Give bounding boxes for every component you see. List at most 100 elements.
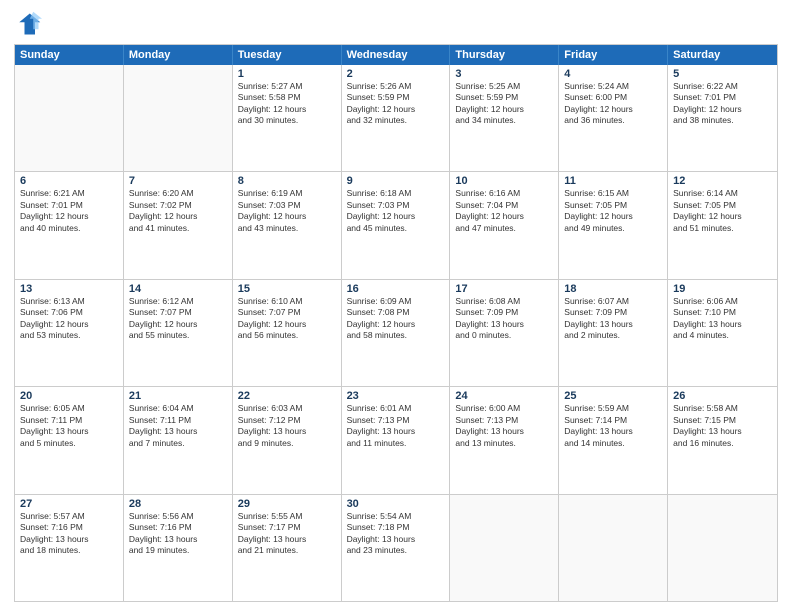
day-cell-24: 24Sunrise: 6:00 AM Sunset: 7:13 PM Dayli… bbox=[450, 387, 559, 493]
day-number: 1 bbox=[238, 68, 336, 80]
day-number: 21 bbox=[129, 390, 227, 402]
weekday-header-wednesday: Wednesday bbox=[342, 45, 451, 65]
day-info: Sunrise: 5:58 AM Sunset: 7:15 PM Dayligh… bbox=[673, 403, 772, 449]
day-info: Sunrise: 6:09 AM Sunset: 7:08 PM Dayligh… bbox=[347, 296, 445, 342]
day-info: Sunrise: 6:00 AM Sunset: 7:13 PM Dayligh… bbox=[455, 403, 553, 449]
empty-cell bbox=[668, 495, 777, 601]
day-cell-15: 15Sunrise: 6:10 AM Sunset: 7:07 PM Dayli… bbox=[233, 280, 342, 386]
day-number: 7 bbox=[129, 175, 227, 187]
day-cell-20: 20Sunrise: 6:05 AM Sunset: 7:11 PM Dayli… bbox=[15, 387, 124, 493]
day-info: Sunrise: 6:10 AM Sunset: 7:07 PM Dayligh… bbox=[238, 296, 336, 342]
day-info: Sunrise: 6:06 AM Sunset: 7:10 PM Dayligh… bbox=[673, 296, 772, 342]
day-info: Sunrise: 5:54 AM Sunset: 7:18 PM Dayligh… bbox=[347, 511, 445, 557]
day-info: Sunrise: 5:59 AM Sunset: 7:14 PM Dayligh… bbox=[564, 403, 662, 449]
day-info: Sunrise: 6:12 AM Sunset: 7:07 PM Dayligh… bbox=[129, 296, 227, 342]
day-info: Sunrise: 6:01 AM Sunset: 7:13 PM Dayligh… bbox=[347, 403, 445, 449]
calendar-body: 1Sunrise: 5:27 AM Sunset: 5:58 PM Daylig… bbox=[15, 65, 777, 601]
page: SundayMondayTuesdayWednesdayThursdayFrid… bbox=[0, 0, 792, 612]
day-number: 12 bbox=[673, 175, 772, 187]
day-info: Sunrise: 5:26 AM Sunset: 5:59 PM Dayligh… bbox=[347, 81, 445, 127]
day-number: 23 bbox=[347, 390, 445, 402]
calendar-header: SundayMondayTuesdayWednesdayThursdayFrid… bbox=[15, 45, 777, 65]
day-cell-1: 1Sunrise: 5:27 AM Sunset: 5:58 PM Daylig… bbox=[233, 65, 342, 171]
day-cell-12: 12Sunrise: 6:14 AM Sunset: 7:05 PM Dayli… bbox=[668, 172, 777, 278]
day-number: 2 bbox=[347, 68, 445, 80]
day-number: 26 bbox=[673, 390, 772, 402]
day-number: 27 bbox=[20, 498, 118, 510]
day-number: 5 bbox=[673, 68, 772, 80]
day-cell-21: 21Sunrise: 6:04 AM Sunset: 7:11 PM Dayli… bbox=[124, 387, 233, 493]
day-info: Sunrise: 6:18 AM Sunset: 7:03 PM Dayligh… bbox=[347, 188, 445, 234]
day-number: 13 bbox=[20, 283, 118, 295]
calendar-row-4: 27Sunrise: 5:57 AM Sunset: 7:16 PM Dayli… bbox=[15, 494, 777, 601]
day-cell-25: 25Sunrise: 5:59 AM Sunset: 7:14 PM Dayli… bbox=[559, 387, 668, 493]
day-cell-2: 2Sunrise: 5:26 AM Sunset: 5:59 PM Daylig… bbox=[342, 65, 451, 171]
weekday-header-friday: Friday bbox=[559, 45, 668, 65]
day-number: 18 bbox=[564, 283, 662, 295]
weekday-header-sunday: Sunday bbox=[15, 45, 124, 65]
day-number: 11 bbox=[564, 175, 662, 187]
day-number: 4 bbox=[564, 68, 662, 80]
day-number: 15 bbox=[238, 283, 336, 295]
day-info: Sunrise: 6:14 AM Sunset: 7:05 PM Dayligh… bbox=[673, 188, 772, 234]
day-number: 16 bbox=[347, 283, 445, 295]
day-cell-17: 17Sunrise: 6:08 AM Sunset: 7:09 PM Dayli… bbox=[450, 280, 559, 386]
weekday-header-thursday: Thursday bbox=[450, 45, 559, 65]
day-number: 19 bbox=[673, 283, 772, 295]
header bbox=[14, 10, 778, 38]
day-cell-29: 29Sunrise: 5:55 AM Sunset: 7:17 PM Dayli… bbox=[233, 495, 342, 601]
day-cell-4: 4Sunrise: 5:24 AM Sunset: 6:00 PM Daylig… bbox=[559, 65, 668, 171]
calendar: SundayMondayTuesdayWednesdayThursdayFrid… bbox=[14, 44, 778, 602]
day-cell-8: 8Sunrise: 6:19 AM Sunset: 7:03 PM Daylig… bbox=[233, 172, 342, 278]
weekday-header-tuesday: Tuesday bbox=[233, 45, 342, 65]
day-cell-5: 5Sunrise: 6:22 AM Sunset: 7:01 PM Daylig… bbox=[668, 65, 777, 171]
day-info: Sunrise: 6:08 AM Sunset: 7:09 PM Dayligh… bbox=[455, 296, 553, 342]
empty-cell bbox=[559, 495, 668, 601]
day-info: Sunrise: 5:24 AM Sunset: 6:00 PM Dayligh… bbox=[564, 81, 662, 127]
day-number: 20 bbox=[20, 390, 118, 402]
day-cell-11: 11Sunrise: 6:15 AM Sunset: 7:05 PM Dayli… bbox=[559, 172, 668, 278]
day-info: Sunrise: 6:16 AM Sunset: 7:04 PM Dayligh… bbox=[455, 188, 553, 234]
day-number: 9 bbox=[347, 175, 445, 187]
weekday-header-monday: Monday bbox=[124, 45, 233, 65]
day-number: 6 bbox=[20, 175, 118, 187]
day-number: 14 bbox=[129, 283, 227, 295]
day-number: 25 bbox=[564, 390, 662, 402]
day-cell-27: 27Sunrise: 5:57 AM Sunset: 7:16 PM Dayli… bbox=[15, 495, 124, 601]
empty-cell bbox=[124, 65, 233, 171]
day-info: Sunrise: 5:56 AM Sunset: 7:16 PM Dayligh… bbox=[129, 511, 227, 557]
day-cell-6: 6Sunrise: 6:21 AM Sunset: 7:01 PM Daylig… bbox=[15, 172, 124, 278]
day-cell-30: 30Sunrise: 5:54 AM Sunset: 7:18 PM Dayli… bbox=[342, 495, 451, 601]
day-info: Sunrise: 6:19 AM Sunset: 7:03 PM Dayligh… bbox=[238, 188, 336, 234]
day-info: Sunrise: 6:13 AM Sunset: 7:06 PM Dayligh… bbox=[20, 296, 118, 342]
calendar-row-2: 13Sunrise: 6:13 AM Sunset: 7:06 PM Dayli… bbox=[15, 279, 777, 386]
day-cell-26: 26Sunrise: 5:58 AM Sunset: 7:15 PM Dayli… bbox=[668, 387, 777, 493]
empty-cell bbox=[15, 65, 124, 171]
calendar-row-0: 1Sunrise: 5:27 AM Sunset: 5:58 PM Daylig… bbox=[15, 65, 777, 171]
day-cell-22: 22Sunrise: 6:03 AM Sunset: 7:12 PM Dayli… bbox=[233, 387, 342, 493]
day-cell-10: 10Sunrise: 6:16 AM Sunset: 7:04 PM Dayli… bbox=[450, 172, 559, 278]
day-number: 30 bbox=[347, 498, 445, 510]
day-number: 24 bbox=[455, 390, 553, 402]
calendar-row-3: 20Sunrise: 6:05 AM Sunset: 7:11 PM Dayli… bbox=[15, 386, 777, 493]
day-info: Sunrise: 6:20 AM Sunset: 7:02 PM Dayligh… bbox=[129, 188, 227, 234]
day-info: Sunrise: 6:15 AM Sunset: 7:05 PM Dayligh… bbox=[564, 188, 662, 234]
day-info: Sunrise: 6:22 AM Sunset: 7:01 PM Dayligh… bbox=[673, 81, 772, 127]
day-info: Sunrise: 6:05 AM Sunset: 7:11 PM Dayligh… bbox=[20, 403, 118, 449]
day-cell-28: 28Sunrise: 5:56 AM Sunset: 7:16 PM Dayli… bbox=[124, 495, 233, 601]
day-info: Sunrise: 6:03 AM Sunset: 7:12 PM Dayligh… bbox=[238, 403, 336, 449]
day-info: Sunrise: 5:25 AM Sunset: 5:59 PM Dayligh… bbox=[455, 81, 553, 127]
day-info: Sunrise: 5:27 AM Sunset: 5:58 PM Dayligh… bbox=[238, 81, 336, 127]
day-cell-19: 19Sunrise: 6:06 AM Sunset: 7:10 PM Dayli… bbox=[668, 280, 777, 386]
day-number: 29 bbox=[238, 498, 336, 510]
day-info: Sunrise: 6:07 AM Sunset: 7:09 PM Dayligh… bbox=[564, 296, 662, 342]
day-cell-14: 14Sunrise: 6:12 AM Sunset: 7:07 PM Dayli… bbox=[124, 280, 233, 386]
day-cell-3: 3Sunrise: 5:25 AM Sunset: 5:59 PM Daylig… bbox=[450, 65, 559, 171]
day-cell-23: 23Sunrise: 6:01 AM Sunset: 7:13 PM Dayli… bbox=[342, 387, 451, 493]
day-cell-7: 7Sunrise: 6:20 AM Sunset: 7:02 PM Daylig… bbox=[124, 172, 233, 278]
day-number: 3 bbox=[455, 68, 553, 80]
empty-cell bbox=[450, 495, 559, 601]
day-number: 17 bbox=[455, 283, 553, 295]
day-info: Sunrise: 6:04 AM Sunset: 7:11 PM Dayligh… bbox=[129, 403, 227, 449]
day-number: 10 bbox=[455, 175, 553, 187]
